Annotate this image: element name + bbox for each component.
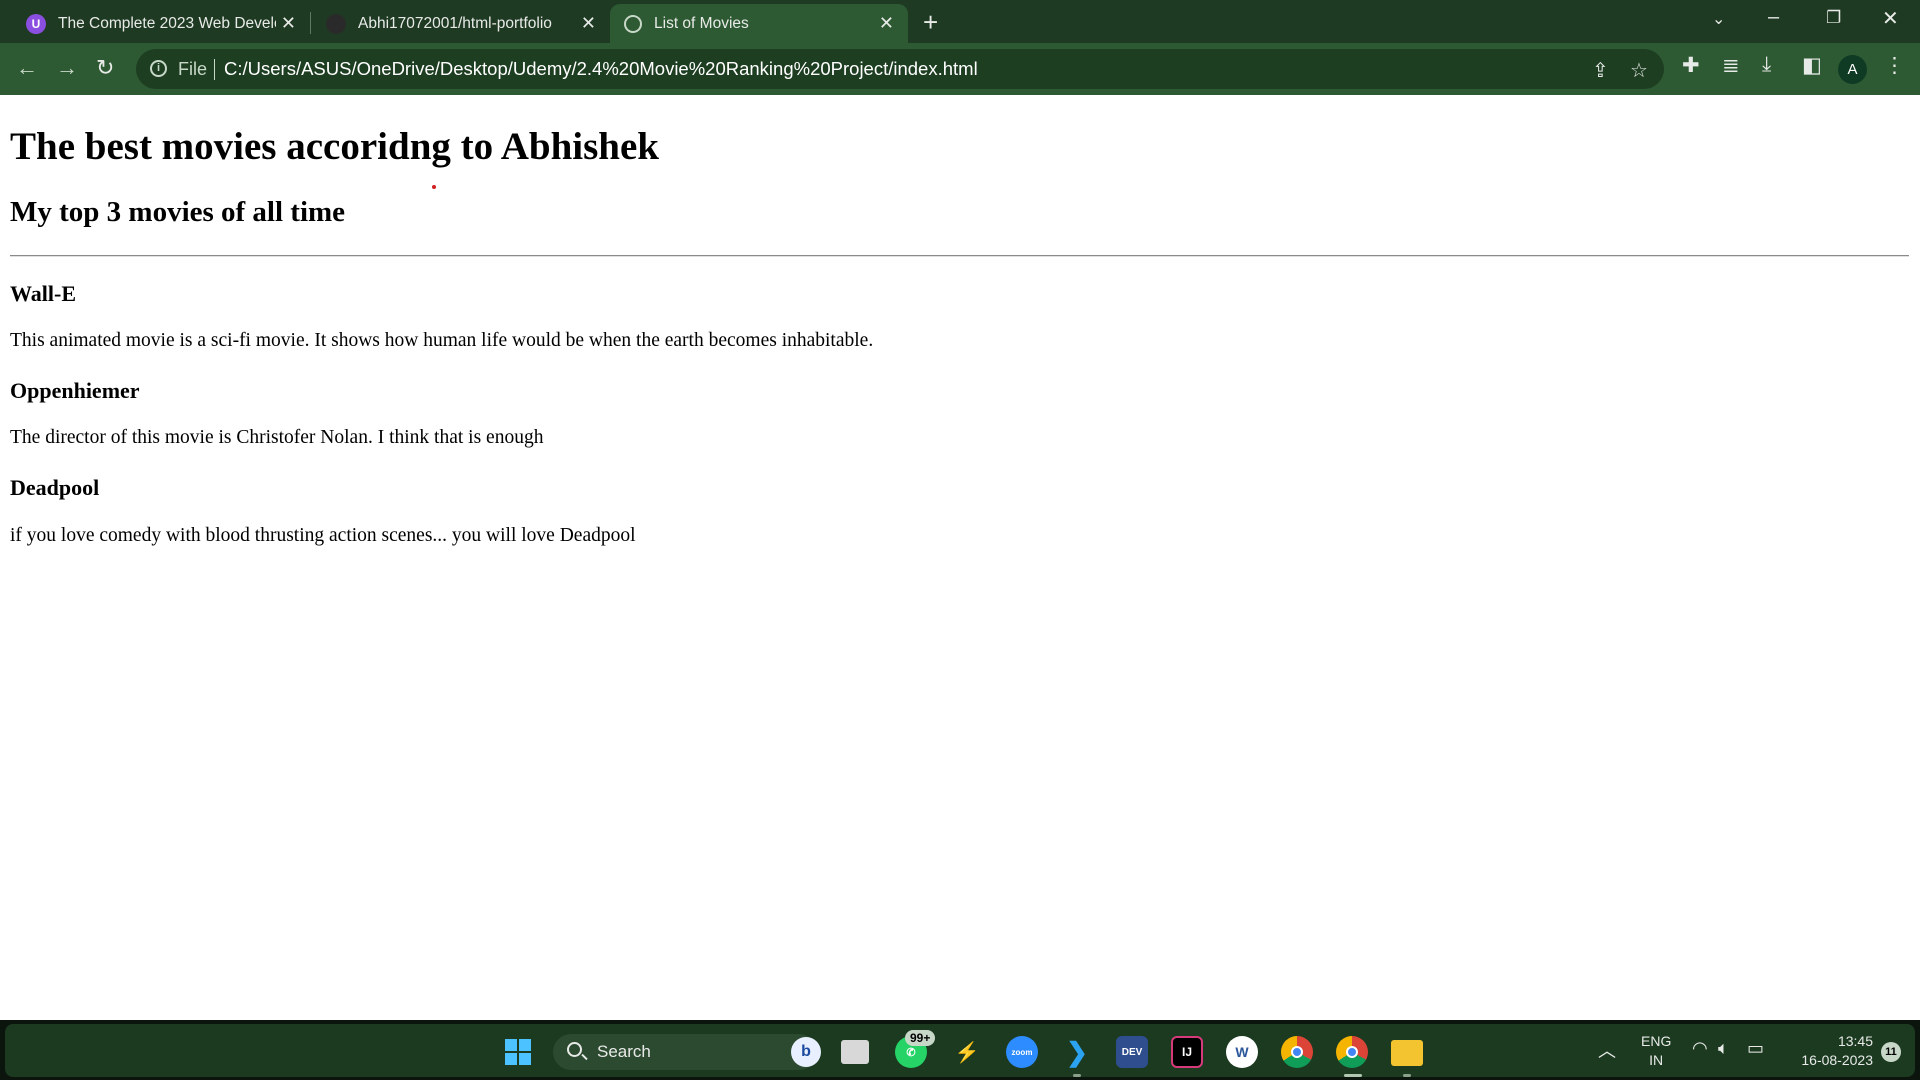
region-label: IN xyxy=(1649,1052,1664,1068)
share-icon[interactable]: ⇪ xyxy=(1592,58,1609,83)
movie-title: Oppenhiemer xyxy=(10,378,140,403)
restore-icon[interactable]: ❐ xyxy=(1826,8,1841,28)
tab-title: List of Movies xyxy=(654,14,749,32)
clock[interactable]: 13:45 16-08-2023 xyxy=(1789,1032,1873,1070)
tab-github[interactable]: Abhi17072001/html-portfolio ✕ xyxy=(312,4,610,43)
url-divider xyxy=(214,59,215,80)
download-icon[interactable]: ⤓ xyxy=(1762,53,1771,77)
taskbar: Search b ✆ 99+ ⚡ zoom ❯ DEV IJ W ︿ ENG I… xyxy=(0,1020,1920,1080)
browser-toolbar: ← → ↻ i File C:/Users/ASUS/OneDrive/Desk… xyxy=(0,43,1920,95)
running-indicator xyxy=(1073,1074,1081,1077)
active-indicator xyxy=(1344,1074,1362,1077)
page-subtitle: My top 3 movies of all time xyxy=(10,196,346,228)
windows-start-icon[interactable] xyxy=(502,1036,534,1068)
tab-title: The Complete 2023 Web Develop xyxy=(58,14,276,32)
language-label: ENG xyxy=(1641,1033,1672,1049)
address-bar[interactable]: i File C:/Users/ASUS/OneDrive/Desktop/Ud… xyxy=(136,49,1664,89)
scheme-label: File xyxy=(178,59,208,79)
forward-icon[interactable]: → xyxy=(56,55,78,81)
zoom-label: zoom xyxy=(1011,1047,1033,1057)
profile-avatar[interactable]: A xyxy=(1838,55,1867,84)
page-title: The best movies accoridng to Abhishek xyxy=(10,125,659,168)
clock-date: 16-08-2023 xyxy=(1801,1052,1873,1068)
mouse-cursor xyxy=(432,185,436,189)
back-icon[interactable]: ← xyxy=(16,55,38,81)
minimize-icon[interactable]: – xyxy=(1768,6,1779,29)
language-indicator[interactable]: ENG IN xyxy=(1641,1032,1671,1070)
intellij-icon[interactable]: IJ xyxy=(1171,1036,1203,1068)
close-window-icon[interactable]: ✕ xyxy=(1882,6,1899,31)
reload-icon[interactable]: ↻ xyxy=(96,55,114,81)
extensions-icon[interactable]: ✚ xyxy=(1682,53,1700,78)
tab-divider xyxy=(310,12,311,34)
menu-icon[interactable]: ⋮ xyxy=(1884,53,1905,78)
tab-search-icon[interactable]: ⌄ xyxy=(1712,9,1725,29)
tab-title: Abhi17072001/html-portfolio xyxy=(358,14,552,32)
wifi-icon[interactable]: ◠ xyxy=(1692,1038,1708,1059)
movie-description: The director of this movie is Christofer… xyxy=(10,427,544,448)
task-view-icon[interactable] xyxy=(841,1040,869,1064)
page-content: The best movies accoridng to Abhishek My… xyxy=(0,95,1920,1020)
show-hidden-icons-icon[interactable]: ︿ xyxy=(1598,1037,1616,1063)
tab-udemy[interactable]: U The Complete 2023 Web Develop ✕ xyxy=(12,4,310,43)
media-controls-icon[interactable]: ≣ xyxy=(1722,53,1740,78)
search-label: Search xyxy=(597,1042,651,1061)
new-tab-icon[interactable]: + xyxy=(923,7,938,38)
vscode-icon[interactable]: ❯ xyxy=(1061,1036,1093,1068)
notification-count[interactable]: 11 xyxy=(1881,1042,1901,1062)
volume-icon[interactable]: 🔈︎ xyxy=(1718,1038,1729,1059)
devtoys-icon[interactable]: DEV xyxy=(1116,1036,1148,1068)
tab-strip: U The Complete 2023 Web Develop ✕ Abhi17… xyxy=(0,0,1920,43)
chrome-profile-icon[interactable] xyxy=(1336,1036,1368,1068)
close-tab-icon[interactable]: ✕ xyxy=(879,13,894,34)
notification-badge: 99+ xyxy=(905,1030,936,1046)
ij-label: IJ xyxy=(1181,1045,1192,1059)
bing-icon[interactable]: b xyxy=(791,1037,821,1067)
bookmark-star-icon[interactable]: ☆ xyxy=(1630,58,1648,83)
file-explorer-icon[interactable] xyxy=(1391,1040,1423,1066)
close-tab-icon[interactable]: ✕ xyxy=(581,13,596,34)
udemy-icon: U xyxy=(26,13,46,34)
close-tab-icon[interactable]: ✕ xyxy=(281,13,296,34)
movie-title: Deadpool xyxy=(10,475,100,500)
taskbar-surface: Search b ✆ 99+ ⚡ zoom ❯ DEV IJ W ︿ ENG I… xyxy=(5,1024,1915,1077)
zoom-icon[interactable]: zoom xyxy=(1006,1036,1038,1068)
running-indicator xyxy=(1403,1074,1411,1077)
clock-time: 13:45 xyxy=(1837,1033,1873,1049)
tab-list-of-movies[interactable]: List of Movies ✕ xyxy=(610,4,908,43)
battery-icon[interactable]: ▭ xyxy=(1747,1038,1764,1059)
taskbar-search[interactable]: Search b xyxy=(553,1034,821,1070)
chrome-icon[interactable] xyxy=(1281,1036,1313,1068)
github-icon xyxy=(326,13,346,34)
info-icon[interactable]: i xyxy=(150,60,167,77)
movie-title: Wall-E xyxy=(10,281,77,306)
copilot-icon[interactable]: ⚡ xyxy=(951,1036,983,1068)
word-icon[interactable]: W xyxy=(1226,1036,1258,1068)
horizontal-rule xyxy=(10,255,1909,257)
globe-icon xyxy=(624,14,642,33)
side-panel-icon[interactable]: ◧ xyxy=(1802,53,1822,78)
search-icon xyxy=(567,1042,582,1057)
url-text[interactable]: C:/Users/ASUS/OneDrive/Desktop/Udemy/2.4… xyxy=(224,58,978,80)
movie-description: This animated movie is a sci-fi movie. I… xyxy=(10,330,874,351)
dev-label: DEV xyxy=(1121,1046,1143,1058)
movie-description: if you love comedy with blood thrusting … xyxy=(10,525,636,546)
